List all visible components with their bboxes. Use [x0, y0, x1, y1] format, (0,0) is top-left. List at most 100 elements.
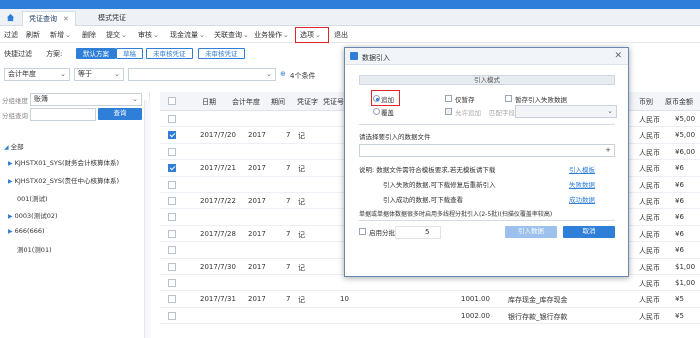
plus-icon[interactable]: ⊕: [280, 70, 286, 78]
template-link[interactable]: 引入模板: [569, 164, 595, 174]
scheme-unaudited-2[interactable]: 未审核凭证: [198, 48, 245, 59]
tree-item-all[interactable]: ◢ 全部: [4, 141, 24, 151]
cell-voucher-word: 记: [298, 296, 305, 305]
close-icon[interactable]: ✕: [614, 51, 622, 61]
cell-amount: ¥6: [675, 180, 684, 189]
divider: [359, 124, 615, 125]
cell-amount: ¥6: [675, 213, 684, 222]
row-checkbox[interactable]: [168, 295, 176, 304]
table-row[interactable]: 2017/7/31 2017 7 记 10 人民币 ¥5 1001.00 库存现金_库存现金: [160, 291, 700, 308]
menu-submit[interactable]: 提交⌄: [106, 30, 127, 40]
menu-related-query[interactable]: 关联查询⌄: [214, 30, 249, 40]
tree-item[interactable]: 测01(测01): [17, 244, 52, 254]
chevron-down-icon: ⌄: [243, 31, 249, 39]
row-checkbox[interactable]: [168, 180, 176, 189]
menu-filter[interactable]: 过滤: [4, 30, 18, 40]
row-checkbox[interactable]: [168, 115, 176, 123]
row-checkbox[interactable]: [168, 279, 176, 287]
tab-voucher-query[interactable]: 凭证查询 ✕: [22, 11, 76, 26]
group-dim-value: 账簿: [34, 95, 48, 103]
row-checkbox[interactable]: [168, 164, 176, 173]
menu-delete[interactable]: 删除: [82, 30, 96, 40]
allow-append-checkbox[interactable]: [445, 108, 452, 115]
row-checkbox[interactable]: [168, 197, 176, 205]
cell-year: 2017: [248, 295, 266, 304]
tree-label: 0003(测试02): [14, 212, 58, 220]
left-panel: 分组维度 账簿 ⌄ 分组查询 查询 ◢ 全部 ▶ KJHSTX01_SYS(财务会计核…: [0, 92, 150, 338]
group-query-input[interactable]: [30, 108, 96, 121]
menu-refresh[interactable]: 刷新: [26, 30, 40, 40]
import-button[interactable]: 引入数据: [505, 226, 557, 238]
store-fail-checkbox[interactable]: [505, 95, 512, 102]
fail-data-link[interactable]: 失败数据: [569, 179, 595, 189]
col-amount[interactable]: 原币金额: [665, 97, 693, 107]
operator-value: 等于: [78, 70, 92, 78]
row-checkbox[interactable]: [168, 131, 176, 140]
menu-new[interactable]: 新增⌄: [50, 30, 71, 40]
table-row[interactable]: 人民币 $1,00: [160, 275, 700, 292]
tree-item[interactable]: ▶ 0003(测试02): [8, 210, 58, 220]
draft-checkbox[interactable]: [445, 95, 452, 102]
cell-year: 2017: [248, 229, 266, 238]
panel-splitter[interactable]: [144, 100, 151, 338]
cell-amount: $1,00: [675, 262, 696, 271]
query-button[interactable]: 查询: [98, 108, 142, 120]
row-checkbox[interactable]: [168, 213, 176, 222]
row-checkbox[interactable]: [168, 262, 176, 271]
col-year[interactable]: 会计年度: [232, 97, 260, 107]
col-currency[interactable]: 币别: [639, 97, 653, 107]
col-voucher-word[interactable]: 凭证字: [297, 97, 318, 107]
col-voucher-num[interactable]: 凭证号: [323, 97, 344, 107]
match-select[interactable]: ⌄: [515, 105, 617, 118]
menu-business-ops[interactable]: 业务操作⌄: [254, 30, 289, 40]
batch-count-input[interactable]: 5: [395, 226, 441, 239]
home-icon[interactable]: [6, 13, 15, 22]
tree-item[interactable]: ▶ KJHSTX02_SYS(责任中心核算体系): [8, 175, 119, 185]
plus-icon[interactable]: +: [605, 145, 611, 156]
cancel-button[interactable]: 取消: [563, 226, 615, 238]
scheme-unaudited[interactable]: 未审核凭证: [146, 48, 193, 59]
row-checkbox[interactable]: [168, 229, 176, 238]
chevron-down-icon: ⌄: [65, 31, 71, 39]
quick-filter-label: 快捷过滤: [4, 50, 32, 58]
row-checkbox[interactable]: [168, 147, 176, 156]
tree-label: KJHSTX01_SYS(财务会计核算体系): [14, 159, 120, 167]
cover-radio[interactable]: [373, 108, 380, 115]
cell-period: 7: [286, 262, 291, 271]
batch-checkbox[interactable]: [359, 228, 366, 235]
operator-select[interactable]: 等于 ⌄: [74, 68, 124, 81]
table-row[interactable]: 人民币 ¥5 1002.00 银行存款_银行存款: [160, 308, 700, 325]
chevron-down-icon: ⌄: [607, 107, 613, 115]
row-checkbox[interactable]: [168, 246, 176, 255]
cell-amount: ¥6: [675, 197, 684, 205]
scheme-default[interactable]: 默认方案: [76, 48, 116, 59]
cell-currency: 人民币: [639, 165, 660, 174]
success-data-link[interactable]: 成功数据: [569, 194, 595, 204]
group-dim-select[interactable]: 账簿 ⌄: [30, 93, 142, 106]
allow-append-label: 允许追加: [455, 109, 481, 117]
menu-audit[interactable]: 审核⌄: [138, 30, 159, 40]
file-input[interactable]: +: [359, 144, 615, 157]
value-input[interactable]: ⌄: [128, 68, 276, 81]
cell-currency: 人民币: [639, 198, 660, 206]
tab-model-voucher[interactable]: 模式凭证: [92, 11, 132, 26]
row-checkbox[interactable]: [168, 311, 176, 320]
cell-account-code: 1002.00: [461, 311, 490, 320]
chevron-down-icon: ⌄: [283, 31, 289, 39]
select-all-checkbox[interactable]: [168, 97, 176, 105]
col-period[interactable]: 期间: [271, 97, 285, 107]
menu-cashflow[interactable]: 现金流量⌄: [170, 30, 205, 40]
condition-count[interactable]: 4个条件: [290, 71, 315, 81]
menu-exit[interactable]: 退出: [334, 30, 348, 40]
field-select[interactable]: 会计年度 ⌄: [4, 68, 70, 81]
col-date[interactable]: 日期: [202, 97, 216, 107]
tree-item[interactable]: ▶ KJHSTX01_SYS(财务会计核算体系): [8, 157, 119, 167]
tree-item[interactable]: ▶ 666(666): [8, 227, 45, 235]
cell-currency: 人民币: [639, 247, 660, 256]
close-icon[interactable]: ✕: [63, 15, 69, 23]
chevron-down-icon: ⌄: [60, 70, 66, 78]
tree-item[interactable]: 001(测试): [17, 193, 47, 203]
cover-label: 覆盖: [381, 109, 394, 117]
scheme-draft[interactable]: 草稿: [116, 48, 143, 59]
cell-currency: 人民币: [639, 312, 660, 321]
